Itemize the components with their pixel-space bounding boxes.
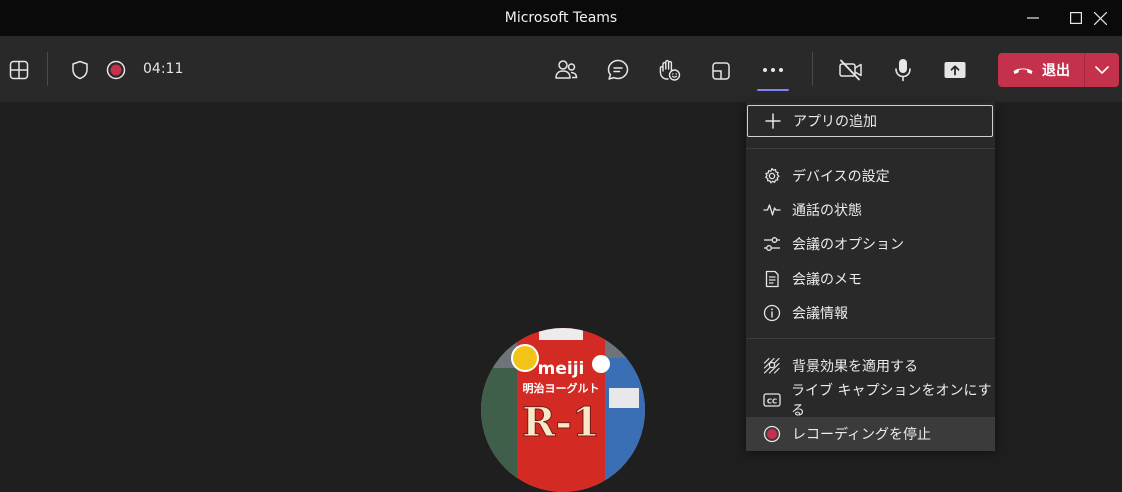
menu-item-label: 会議のオプション xyxy=(792,237,904,253)
chevron-down-icon xyxy=(1095,66,1109,74)
raise-hand-button[interactable] xyxy=(655,56,683,84)
chat-button[interactable] xyxy=(604,56,632,84)
maximize-icon xyxy=(1070,12,1082,24)
minimize-icon xyxy=(1027,17,1039,19)
share-screen-icon xyxy=(944,62,966,78)
menu-divider xyxy=(746,338,995,339)
camera-off-icon xyxy=(839,59,862,81)
share-screen-button[interactable] xyxy=(940,56,970,84)
gear-icon xyxy=(762,166,782,186)
microphone-icon xyxy=(895,59,911,82)
menu-item-call-health[interactable]: 通話の状態 xyxy=(746,193,995,227)
microphone-toggle-button[interactable] xyxy=(890,56,916,84)
menu-item-background-effects[interactable]: 背景効果を適用する xyxy=(746,349,995,383)
menu-item-live-captions[interactable]: CC ライブ キャプションをオンにする xyxy=(746,383,995,419)
leave-button-group: 退出 xyxy=(998,53,1119,87)
grid-layout-icon xyxy=(9,60,29,80)
menu-divider xyxy=(746,148,995,149)
leave-button[interactable]: 退出 xyxy=(998,53,1084,87)
menu-item-meeting-info[interactable]: 会議情報 xyxy=(746,296,995,330)
meeting-timer: 04:11 xyxy=(143,61,184,77)
more-icon xyxy=(763,68,783,72)
closed-caption-icon: CC xyxy=(762,390,781,410)
menu-item-label: デバイスの設定 xyxy=(792,169,890,185)
notes-icon xyxy=(762,269,782,289)
svg-text:CC: CC xyxy=(766,398,776,406)
window-title: Microsoft Teams xyxy=(504,10,618,26)
people-icon xyxy=(555,60,578,79)
toolbar-divider xyxy=(812,52,813,86)
background-effects-icon xyxy=(762,356,782,376)
more-active-indicator xyxy=(757,89,789,91)
raise-hand-icon xyxy=(659,59,681,81)
sliders-icon xyxy=(762,234,782,254)
chat-icon xyxy=(607,59,629,80)
more-actions-menu: アプリの追加 デバイスの設定 通話の状態 会議のオプション 会議のメモ 会議情報… xyxy=(746,102,995,451)
recording-indicator xyxy=(104,58,128,82)
menu-item-meeting-options[interactable]: 会議のオプション xyxy=(746,227,995,261)
menu-item-label: 通話の状態 xyxy=(792,203,862,219)
leave-label: 退出 xyxy=(1042,63,1070,79)
camera-toggle-button[interactable] xyxy=(836,56,866,84)
leave-options-button[interactable] xyxy=(1085,53,1119,87)
shield-icon xyxy=(72,60,88,80)
toolbar-divider xyxy=(47,52,48,86)
close-icon xyxy=(1094,11,1107,25)
menu-item-label: レコーディングを停止 xyxy=(792,427,932,443)
layout-button[interactable] xyxy=(6,57,32,83)
hang-up-icon xyxy=(1013,68,1033,74)
menu-item-meeting-notes[interactable]: 会議のメモ xyxy=(746,262,995,296)
menu-item-label: 会議情報 xyxy=(792,306,848,322)
close-button[interactable] xyxy=(1094,0,1122,36)
menu-item-stop-recording[interactable]: レコーディングを停止 xyxy=(746,417,995,451)
stop-recording-icon xyxy=(762,424,782,444)
menu-item-label: ライブ キャプションをオンにする xyxy=(791,383,992,419)
participant-avatar: meiji 明治ヨーグルト R-1 xyxy=(481,328,645,492)
rooms-icon xyxy=(712,62,730,80)
recording-indicator-icon xyxy=(106,60,126,80)
rooms-button[interactable] xyxy=(708,58,734,84)
info-icon xyxy=(762,303,782,323)
avatar-product-text: 明治ヨーグルト xyxy=(523,381,600,395)
avatar-brand-text: meiji xyxy=(538,359,585,379)
menu-item-label: 背景効果を適用する xyxy=(792,359,918,375)
menu-item-device-settings[interactable]: デバイスの設定 xyxy=(746,159,995,193)
plus-icon xyxy=(763,111,783,131)
menu-item-add-app[interactable]: アプリの追加 xyxy=(747,105,993,137)
menu-item-label: 会議のメモ xyxy=(792,272,862,288)
pulse-icon xyxy=(762,200,782,220)
participants-button[interactable] xyxy=(552,56,580,84)
avatar-product-name: R-1 xyxy=(522,399,600,446)
meeting-security[interactable] xyxy=(68,58,92,82)
maximize-button[interactable] xyxy=(1053,0,1099,36)
avatar-photo: meiji 明治ヨーグルト R-1 xyxy=(481,328,645,492)
menu-item-label: アプリの追加 xyxy=(793,114,877,130)
more-actions-button[interactable] xyxy=(757,56,789,84)
minimize-button[interactable] xyxy=(1010,0,1056,36)
